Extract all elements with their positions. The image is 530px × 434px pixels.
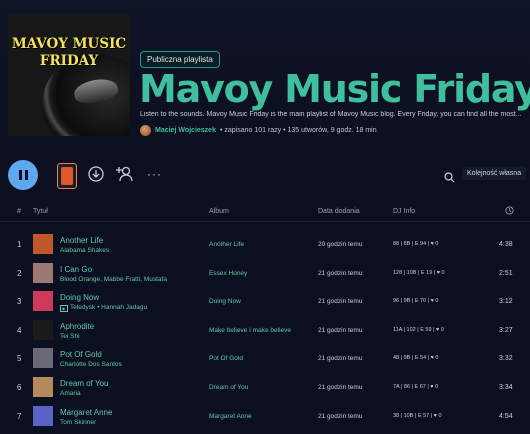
playlist-meta: Maciej Wojcieszek • zapisano 101 razy • … — [140, 125, 377, 136]
table-row[interactable]: 2 I Can Go Blood Orange, Mabbe Fratti, Mus… — [0, 259, 530, 287]
col-dj-info[interactable]: DJ Info — [393, 208, 415, 215]
track-duration: 3:12 — [499, 298, 513, 306]
playlist-title: Mavoy Music Friday — [139, 67, 530, 111]
track-artwork — [33, 291, 53, 312]
table-header: # Tytuł Album Data dodania DJ Info — [0, 203, 530, 222]
track-date-added: 21 godzin temu — [318, 412, 363, 420]
cover-line-2: FRIDAY — [39, 53, 99, 69]
track-date-added: 20 godzin temu — [318, 241, 363, 248]
track-artwork — [33, 262, 53, 283]
clock-icon[interactable] — [505, 206, 514, 217]
track-dj-info: 48 | 9B | E 54 | ♥ 0 — [393, 355, 439, 362]
track-album[interactable]: Doing Now — [209, 298, 241, 305]
table-row[interactable]: 7 Margaret Anne Tom Skinner Margaret Anne 21… — [0, 402, 530, 430]
track-number: 5 — [17, 354, 22, 364]
track-artist[interactable]: ▶ Teledysk • Hannah Jadagu — [60, 304, 148, 313]
track-duration: 3:27 — [499, 326, 513, 334]
sort-dropdown[interactable]: Kolejność własna — [462, 167, 527, 180]
track-artist[interactable]: Charlotte Dos Santos — [60, 361, 122, 368]
track-date-added: 21 godzin temu — [318, 269, 363, 277]
track-dj-info: 11A | 102 | E 59 | ♥ 0 — [393, 326, 444, 333]
table-row[interactable]: 3 Doing Now ▶ Teledysk • Hannah Jadagu Doing… — [0, 287, 530, 315]
track-number: 4 — [17, 325, 22, 335]
playlist-cover: MAVOY MUSIC FRIDAY — [8, 14, 130, 136]
track-artist-label: Teledysk • Hannah Jadagu — [70, 304, 148, 312]
track-dj-info: 96 | 9B | E 70 | ♥ 0 — [393, 298, 439, 305]
track-artist[interactable]: Alabama Shakes — [60, 247, 109, 254]
track-artwork — [33, 377, 53, 397]
track-date-added: 21 godzin temu — [318, 384, 363, 391]
add-user-icon[interactable] — [116, 165, 134, 186]
track-album[interactable]: Essex Honey — [209, 270, 247, 277]
track-artist[interactable]: Tom Skinner — [60, 419, 96, 426]
col-num: # — [17, 208, 21, 215]
action-bar: ··· Kolejność własna — [0, 158, 530, 198]
track-album[interactable]: Another Life — [209, 241, 244, 248]
track-title[interactable]: I Can Go — [60, 265, 92, 274]
track-artwork — [33, 348, 53, 369]
track-duration: 4:38 — [499, 241, 513, 248]
table-row[interactable]: 4 Aphrodite Tei Shi Make believe I make bel… — [0, 316, 530, 344]
track-album[interactable]: Dream of You — [209, 384, 248, 391]
owner-link[interactable]: Maciej Wojcieszek — [155, 127, 216, 134]
search-icon[interactable] — [444, 170, 455, 186]
track-date-added: 21 godzin temu — [318, 298, 363, 306]
track-duration: 3:34 — [499, 384, 513, 391]
track-artwork — [33, 234, 53, 254]
track-number: 3 — [17, 297, 22, 307]
track-duration: 3:32 — [499, 355, 513, 363]
video-icon: ▶ — [60, 305, 68, 313]
track-artist-label: Alabama Shakes — [60, 247, 110, 254]
col-album[interactable]: Album — [209, 208, 229, 215]
shuffle-icon — [61, 167, 73, 185]
track-dj-info: 7A | 86 | E 67 | ♥ 0 — [393, 384, 439, 390]
table-row[interactable]: 6 Dream of You Amaria Dream of You 21 godzin… — [0, 373, 530, 401]
cover-line-1: MAVOY MUSIC — [11, 36, 127, 52]
playlist-stats: • zapisano 101 razy • 135 utworów, 9 god… — [219, 127, 377, 134]
track-artist[interactable]: Amaria — [60, 390, 81, 397]
download-icon[interactable] — [88, 166, 104, 185]
track-album[interactable]: Pot Of Gold — [209, 355, 243, 362]
owner-avatar[interactable] — [140, 125, 151, 136]
track-date-added: 21 godzin temu — [318, 326, 363, 334]
track-artist-label: Charlotte Dos Santos — [60, 361, 122, 369]
track-title[interactable]: Margaret Anne — [60, 408, 112, 417]
track-artwork — [33, 405, 53, 426]
track-album[interactable]: Margaret Anne — [209, 413, 252, 420]
track-duration: 2:51 — [499, 269, 513, 277]
track-title[interactable]: Another Life — [60, 236, 103, 245]
track-artist-label: Blood Orange, Mabbe Fratti, Mustafa — [60, 275, 167, 283]
track-date-added: 21 godzin temu — [318, 355, 363, 363]
pause-button[interactable] — [8, 160, 38, 190]
more-options-button[interactable]: ··· — [147, 167, 162, 181]
track-title[interactable]: Pot Of Gold — [60, 350, 102, 359]
table-row[interactable]: 1 Another Life Alabama Shakes Another Life 2… — [0, 230, 530, 258]
track-title[interactable]: Aphrodite — [60, 322, 94, 331]
track-artist-label: Tom Skinner — [60, 418, 97, 426]
track-duration: 4:54 — [499, 412, 513, 420]
track-number: 2 — [17, 268, 22, 278]
track-number: 1 — [17, 240, 22, 249]
track-artist[interactable]: Tei Shi — [60, 333, 80, 340]
track-dj-info: 88 | 8B | E 94 | ♥ 0 — [393, 241, 439, 247]
col-title[interactable]: Tytuł — [33, 208, 48, 215]
shuffle-button[interactable] — [57, 163, 77, 189]
playlist-header: MAVOY MUSIC FRIDAY Publiczna playlista M… — [0, 0, 530, 150]
track-dj-info: 128 | 10B | E 19 | ♥ 0 — [393, 269, 445, 276]
track-album[interactable]: Make believe I make believe — [209, 327, 291, 334]
track-number: 6 — [17, 383, 22, 392]
col-date[interactable]: Data dodania — [318, 208, 360, 215]
table-row[interactable]: 5 Pot Of Gold Charlotte Dos Santos Pot Of G… — [0, 344, 530, 372]
track-artist[interactable]: Blood Orange, Mabbe Fratti, Mustafa — [60, 276, 167, 283]
track-artist-label: Tei Shi — [60, 332, 80, 340]
cover-text: MAVOY MUSIC FRIDAY — [8, 36, 130, 70]
playlist-description: Listen to the sounds. Mavoy Music Friday… — [140, 111, 522, 118]
track-artist-label: Amaria — [60, 390, 81, 397]
track-number: 7 — [17, 411, 22, 421]
track-title[interactable]: Dream of You — [60, 379, 108, 388]
track-dj-info: 38 | 10B | E 57 | ♥ 0 — [393, 412, 442, 419]
track-artwork — [33, 319, 53, 340]
pause-icon — [17, 170, 29, 180]
track-title[interactable]: Doing Now — [60, 293, 99, 302]
